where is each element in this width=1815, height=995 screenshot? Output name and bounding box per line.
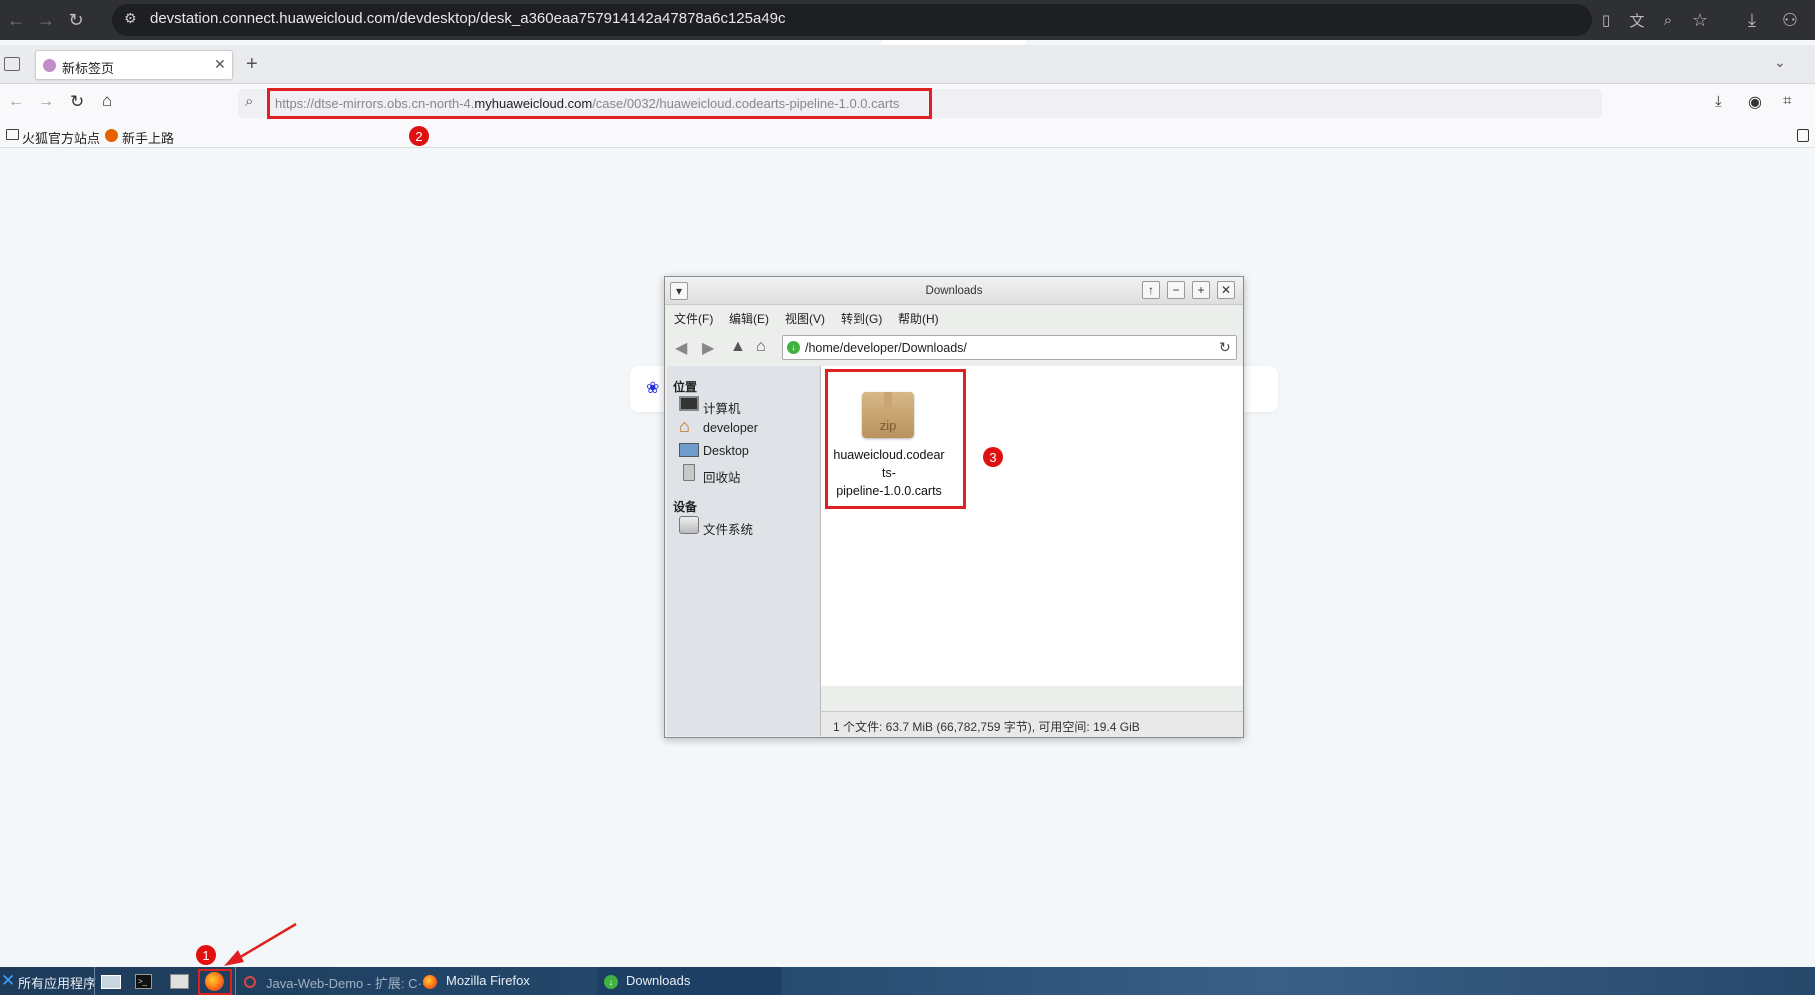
download-icon[interactable]: ⤓ xyxy=(1740,8,1764,32)
download-folder-icon: ↓ xyxy=(787,341,800,354)
reload-icon[interactable]: ↻ xyxy=(64,8,88,32)
menu-help[interactable]: 帮助(H) xyxy=(898,310,939,327)
fm-home-icon[interactable]: ⌂ xyxy=(756,338,766,356)
tab-list-chevron-icon[interactable]: ⌄ xyxy=(1774,54,1786,71)
ff-forward-icon[interactable]: → xyxy=(38,93,54,111)
menu-go[interactable]: 转到(G) xyxy=(841,310,882,327)
home-folder-icon: ⌂ xyxy=(679,416,690,436)
tab-new-tab[interactable]: 新标签页 ✕ xyxy=(35,50,233,80)
xfce-menu-icon[interactable]: ✕ xyxy=(1,971,15,991)
bookmarks-bar xyxy=(0,124,1815,148)
annotation-box-file xyxy=(825,369,966,509)
tab-favicon-icon xyxy=(43,59,56,72)
window-raise-button[interactable]: ↑ xyxy=(1142,281,1160,299)
all-applications-button[interactable]: 所有应用程序 xyxy=(18,973,96,992)
fm-up-icon[interactable]: ▲ xyxy=(730,338,746,356)
bookmark-star-icon[interactable]: ☆ xyxy=(1688,8,1712,32)
fm-back-icon[interactable]: ◀ xyxy=(675,338,687,358)
location-path: /home/developer/Downloads/ xyxy=(805,341,967,355)
ff-back-icon[interactable]: ← xyxy=(8,93,24,111)
incognito-icon[interactable]: ⚇ xyxy=(1778,8,1802,32)
menu-file[interactable]: 文件(F) xyxy=(674,310,713,327)
baidu-paw-icon: ❀ xyxy=(646,380,660,397)
forward-arrow-icon[interactable]: → xyxy=(34,8,58,32)
clipboard-icon[interactable]: ▯ xyxy=(1594,8,1618,32)
files-launcher-icon[interactable] xyxy=(170,974,189,989)
menu-edit[interactable]: 编辑(E) xyxy=(729,310,769,327)
show-desktop-icon[interactable] xyxy=(101,975,121,989)
site-settings-icon[interactable]: ⚙ xyxy=(124,10,142,28)
tab-close-icon[interactable]: ✕ xyxy=(214,56,226,73)
tab-title: 新标签页 xyxy=(62,61,115,76)
ff-search-icon: ⌕ xyxy=(245,93,254,110)
window-minimize-button[interactable]: − xyxy=(1167,281,1185,299)
place-desktop[interactable]: Desktop xyxy=(679,440,819,462)
task-downloads: Downloads xyxy=(626,973,691,988)
ff-home-icon[interactable]: ⌂ xyxy=(102,91,112,111)
places-header: 位置 xyxy=(673,380,698,394)
back-arrow-icon[interactable]: ← xyxy=(4,8,28,32)
devices-header: 设备 xyxy=(673,500,698,514)
ff-extensions-icon[interactable]: ⌗ xyxy=(1783,92,1791,109)
task-mozilla-firefox[interactable]: Mozilla Firefox xyxy=(446,973,530,988)
annotation-badge-1: 1 xyxy=(196,945,216,965)
other-bookmarks-icon[interactable] xyxy=(1797,129,1809,142)
zoom-icon[interactable]: ⌕ xyxy=(1656,8,1680,32)
new-tab-plus-icon[interactable]: + xyxy=(246,53,258,76)
firefox-task-icon xyxy=(423,975,437,989)
downloads-task-icon: ↓ xyxy=(604,975,618,989)
window-maximize-button[interactable]: + xyxy=(1192,281,1210,299)
location-reload-icon[interactable]: ↻ xyxy=(1219,339,1231,356)
translate-icon[interactable]: 文 xyxy=(1625,8,1649,32)
drive-icon xyxy=(679,516,699,534)
task-java-web-demo[interactable]: Java-Web-Demo - 扩展: C··· xyxy=(266,973,430,992)
location-bar[interactable]: ↓ /home/developer/Downloads/ ↻ xyxy=(782,335,1237,360)
annotation-badge-3: 3 xyxy=(983,447,1003,467)
place-home-label: developer xyxy=(703,421,758,435)
place-trash-label: 回收站 xyxy=(703,471,741,485)
devstation-app-icon xyxy=(244,976,256,988)
taskbar-separator-2 xyxy=(235,967,236,995)
bookmark-getting-started[interactable]: 新手上路 xyxy=(122,128,174,147)
ff-reload-icon[interactable]: ↻ xyxy=(70,92,84,112)
ff-download-icon[interactable]: ⤓ xyxy=(1715,93,1722,110)
bookmark-firefox-site[interactable]: 火狐官方站点 xyxy=(22,128,100,147)
taskbar-separator xyxy=(94,967,95,995)
device-filesystem-label: 文件系统 xyxy=(703,523,754,537)
computer-icon xyxy=(679,396,699,411)
terminal-icon[interactable]: >_ xyxy=(135,974,152,989)
file-view: zip huaweicloud.codear ts- pipeline-1.0.… xyxy=(821,366,1243,686)
status-text: 1 个文件: 63.7 MiB (66,782,759 字节), 可用空间: 1… xyxy=(833,720,1140,734)
tab-overview-icon[interactable] xyxy=(4,57,20,71)
desktop-icon xyxy=(679,443,699,457)
places-sidebar: 位置 计算机 ⌂ developer Desktop 回收站 设备 文件系统 xyxy=(667,366,821,736)
place-desktop-label: Desktop xyxy=(703,444,749,458)
ff-account-icon[interactable]: ◉ xyxy=(1748,92,1762,112)
firefox-logo-icon xyxy=(105,129,118,142)
annotation-arrow xyxy=(224,922,297,966)
place-trash[interactable]: 回收站 xyxy=(679,463,819,485)
trash-icon xyxy=(683,464,695,481)
menu-view[interactable]: 视图(V) xyxy=(785,310,825,327)
firefox-tab-bar xyxy=(0,45,1815,84)
annotation-badge-2: 2 xyxy=(409,126,429,146)
window-titlebar[interactable]: ▾ Downloads ↑ − + ✕ xyxy=(665,277,1243,305)
bookmark-folder-icon xyxy=(6,129,19,140)
device-filesystem[interactable]: 文件系统 xyxy=(679,514,819,538)
place-home[interactable]: ⌂ developer xyxy=(679,416,819,439)
status-bar: 1 个文件: 63.7 MiB (66,782,759 字节), 可用空间: 1… xyxy=(821,711,1243,737)
fm-forward-icon[interactable]: ▶ xyxy=(702,338,714,358)
firefox-launcher-icon[interactable] xyxy=(205,972,224,991)
window-close-button[interactable]: ✕ xyxy=(1217,281,1235,299)
place-computer[interactable]: 计算机 xyxy=(679,394,819,416)
place-computer-label: 计算机 xyxy=(703,402,741,416)
file-manager-window: ▾ Downloads ↑ − + ✕ 文件(F) 编辑(E) 视图(V) 转到… xyxy=(664,276,1244,738)
outer-url-text: devstation.connect.huaweicloud.com/devde… xyxy=(150,10,786,27)
firefox-url-text: https://dtse-mirrors.obs.cn-north-4.myhu… xyxy=(275,96,900,111)
